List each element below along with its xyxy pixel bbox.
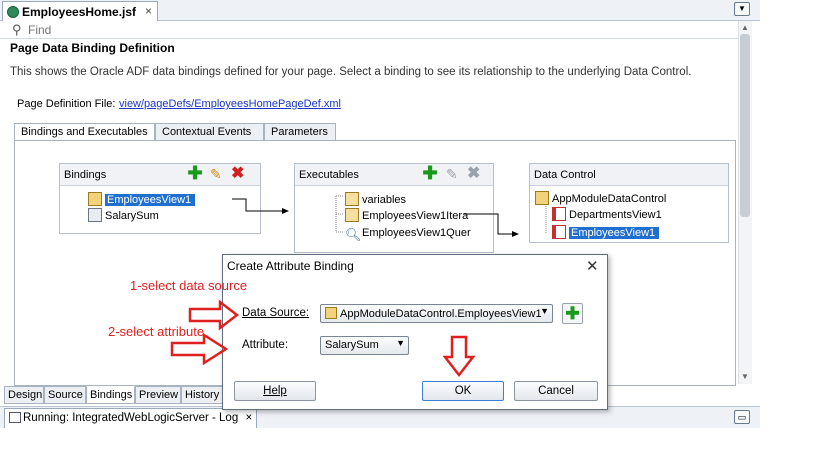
connector-arrow [282,208,289,214]
dialog-title: Create Attribute Binding [227,259,354,273]
tab-preview[interactable]: Preview [135,386,181,404]
tab-bindings[interactable]: Bindings [86,386,135,404]
log-icon [9,412,21,423]
chevron-down-icon: ▼ [396,338,405,348]
chevron-down-icon: ▼ [540,306,549,316]
tab-source[interactable]: Source [44,386,86,404]
tab-design[interactable]: Design [4,386,44,404]
dialog-close-icon[interactable]: ✕ [586,257,599,275]
attribute-select[interactable]: SalarySum ▼ [320,336,409,355]
attribute-label: Attribute: [242,339,289,351]
minimize-log-icon[interactable]: ▭ [734,410,750,424]
tab-history[interactable]: History [181,386,223,404]
ok-button[interactable]: OK [422,381,504,401]
add-data-source-button[interactable]: ✚ [562,303,583,324]
help-button[interactable]: Help [234,381,316,401]
data-source-select[interactable]: AppModuleDataControl.EmployeesView1 ▼ [320,304,553,323]
data-source-label: Data Source: [242,307,310,319]
log-tab[interactable]: Running: IntegratedWebLogicServer - Log … [4,408,258,428]
data-control-icon [325,307,337,319]
connector-arrow [512,231,519,237]
cancel-button[interactable]: Cancel [514,381,598,401]
close-log-icon[interactable]: × [245,412,252,424]
log-tab-label: Running: IntegratedWebLogicServer - Log [23,412,239,424]
annotation-step2: 2-select attribute [108,324,205,339]
annotation-step1: 1-select data source [130,278,248,293]
